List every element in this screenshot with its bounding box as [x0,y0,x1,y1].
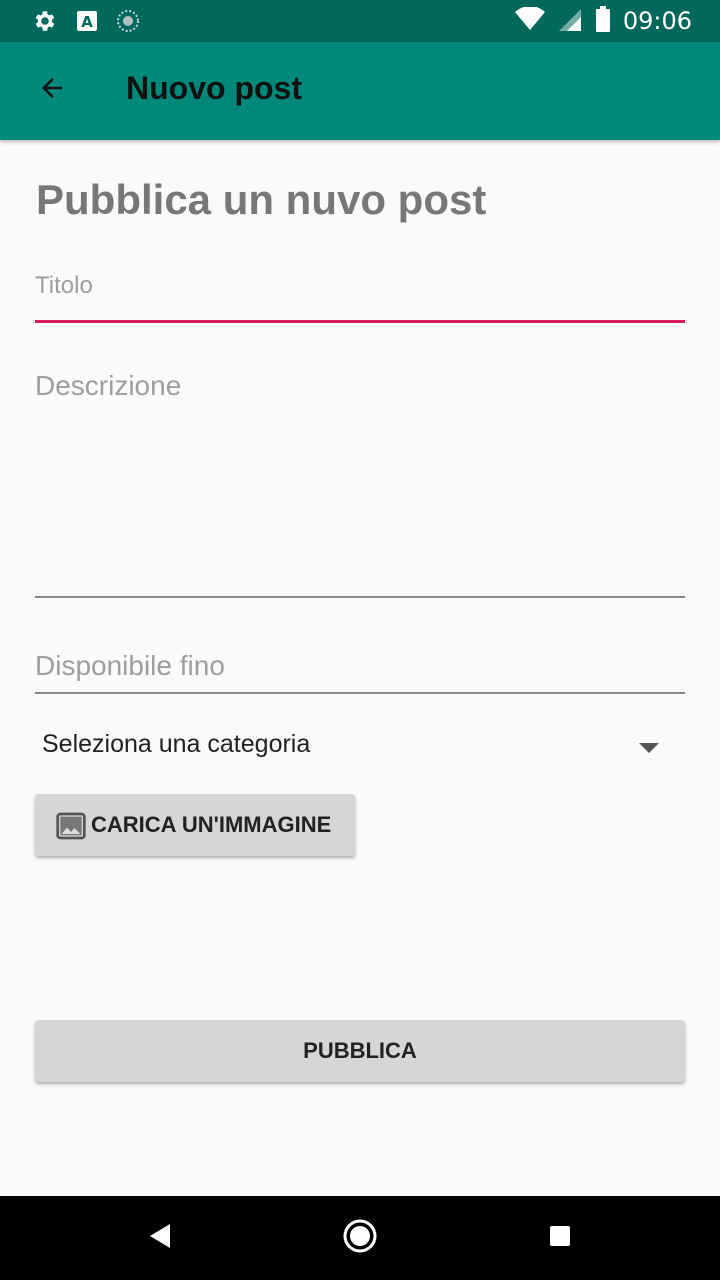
title-field[interactable]: Titolo [35,270,685,323]
category-spinner[interactable]: Seleziona una categoria [35,724,685,768]
upload-image-label: CARICA UN'IMMAGINE [91,812,332,837]
signal-icon [557,7,583,35]
svg-text:A: A [81,13,93,31]
available-until-field[interactable]: Disponibile fino [35,648,685,694]
recents-square-icon [549,1225,571,1251]
app-title: Nuovo post [126,70,302,106]
image-icon [55,810,86,840]
navigation-bar [0,1196,720,1280]
settings-icon [32,8,58,38]
font-icon: A [76,10,98,36]
back-triangle-icon [148,1223,172,1253]
title-placeholder: Titolo [35,272,93,299]
description-field[interactable]: Descrizione [35,370,685,598]
category-selected: Seleziona una categoria [42,730,311,758]
description-placeholder: Descrizione [35,370,182,401]
publish-button[interactable]: PUBBLICA [35,1020,685,1082]
nav-home-button[interactable] [338,1216,382,1260]
page-heading: Pubblica un nuvo post [36,176,487,223]
publish-label: PUBBLICA [303,1038,417,1063]
status-bar: A 09:06 [0,0,720,42]
battery-icon [595,6,611,36]
app-bar: Nuovo post [0,42,720,140]
nav-recents-button[interactable] [538,1216,582,1260]
arrow-back-icon [37,73,67,107]
wifi-icon [514,6,545,35]
sync-icon [116,9,140,37]
home-circle-icon [342,1218,378,1258]
upload-image-button[interactable]: CARICA UN'IMMAGINE [35,794,355,856]
dropdown-arrow-icon [639,740,659,759]
status-left-icons: A [32,8,140,38]
status-right-icons: 09:06 [514,6,692,36]
available-until-placeholder: Disponibile fino [35,650,225,681]
clock: 09:06 [622,7,692,35]
back-button[interactable] [26,64,78,116]
nav-back-button[interactable] [138,1216,182,1260]
